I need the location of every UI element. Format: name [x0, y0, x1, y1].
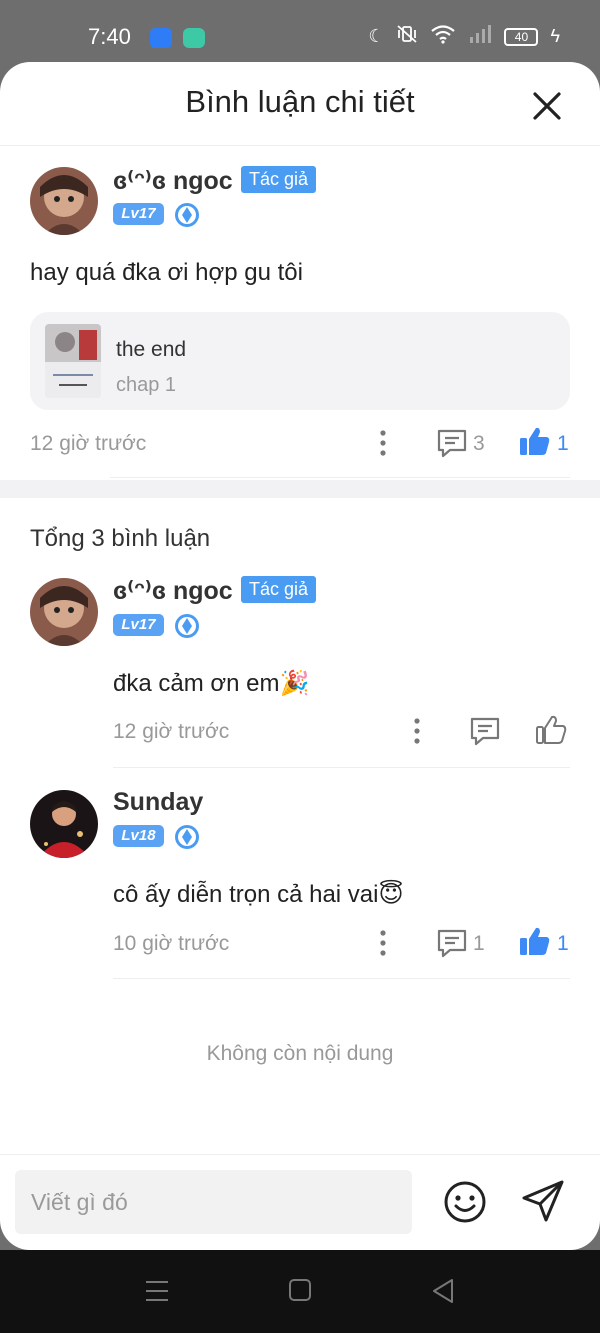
battery-icon: 40 [504, 27, 539, 46]
moon-icon: ☾ [368, 26, 385, 46]
android-notification-icon [150, 28, 172, 48]
page-title: Bình luận chi tiết [185, 84, 415, 119]
like-outline-icon[interactable] [535, 714, 567, 751]
avatar[interactable] [30, 167, 98, 235]
chapter-subtitle: chap 1 [116, 374, 177, 396]
level-badge: Lv17 [113, 203, 164, 225]
section-gap [0, 480, 600, 498]
comment-time: 10 giờ trước [113, 932, 230, 955]
chapter-title: the end [116, 338, 187, 361]
verified-shield-icon [174, 824, 200, 850]
comment-text: hay quá đka ơi hợp gu tôi [30, 259, 303, 286]
like-filled-icon[interactable] [519, 925, 551, 962]
smiley-icon [444, 1181, 486, 1223]
charging-icon: ϟ [550, 26, 560, 46]
close-button[interactable] [529, 88, 565, 124]
input-bar-divider [0, 1154, 600, 1155]
back-triangle-icon [433, 1279, 453, 1303]
level-badge: Lv17 [113, 614, 164, 636]
chapter-cover-image [45, 324, 101, 398]
more-options-icon[interactable] [372, 428, 394, 463]
divider [113, 978, 570, 979]
reply-count: 3 [473, 432, 485, 455]
chapter-card[interactable]: the end chap 1 [30, 312, 570, 410]
verified-shield-icon [174, 202, 200, 228]
reply-icon[interactable] [436, 427, 468, 464]
like-count: 1 [557, 432, 569, 455]
level-badge: Lv18 [113, 825, 164, 847]
username[interactable]: ɞ⁽ᵔ⁾ɞ ngoc [113, 576, 233, 606]
system-navigation-bar [0, 1250, 600, 1333]
username[interactable]: ɞ⁽ᵔ⁾ɞ ngoc [113, 166, 233, 196]
comment-time: 12 giờ trước [113, 720, 230, 743]
status-time: 7:40 [88, 24, 131, 49]
like-filled-icon[interactable] [519, 425, 551, 462]
more-options-icon[interactable] [406, 716, 428, 751]
author-badge: Tác giả [241, 576, 317, 603]
comment-input[interactable] [15, 1170, 412, 1234]
reply-icon[interactable] [469, 715, 501, 752]
signal-icon [468, 24, 492, 49]
author-badge: Tác giả [241, 166, 317, 193]
app-notification-icon [183, 28, 205, 48]
comment-time: 12 giờ trước [30, 432, 147, 455]
menu-nav-button[interactable] [144, 1276, 174, 1306]
menu-icon [146, 1281, 168, 1301]
like-count: 1 [557, 932, 569, 955]
vibrate-icon [396, 24, 418, 49]
wifi-icon [430, 24, 456, 49]
home-nav-button[interactable] [287, 1276, 317, 1306]
verified-shield-icon [174, 613, 200, 639]
back-nav-button[interactable] [430, 1276, 460, 1306]
reply-count: 1 [473, 932, 485, 955]
divider [113, 767, 570, 768]
username[interactable]: Sunday [113, 788, 203, 817]
avatar[interactable] [30, 790, 98, 858]
header-divider [0, 145, 600, 146]
total-comments-label: Tổng 3 bình luận [30, 525, 211, 552]
avatar[interactable] [30, 578, 98, 646]
comment-detail-sheet: Bình luận chi tiết ɞ⁽ᵔ⁾ɞ ngoc Tác giả Lv… [0, 62, 600, 1250]
more-options-icon[interactable] [372, 928, 394, 963]
square-icon [289, 1279, 311, 1301]
comment-text: đka cảm ơn em🎉 [113, 670, 310, 697]
divider [110, 477, 570, 478]
send-icon [522, 1180, 564, 1222]
comment-text: cô ấy diễn trọn cả hai vai😇 [113, 881, 404, 908]
status-icons: ☾ 40 ϟ [368, 24, 560, 49]
emoji-button[interactable] [443, 1180, 487, 1229]
close-icon [533, 92, 561, 120]
reply-icon[interactable] [436, 927, 468, 964]
send-button[interactable] [520, 1178, 566, 1229]
end-of-content-label: Không còn nội dung [206, 1042, 394, 1065]
